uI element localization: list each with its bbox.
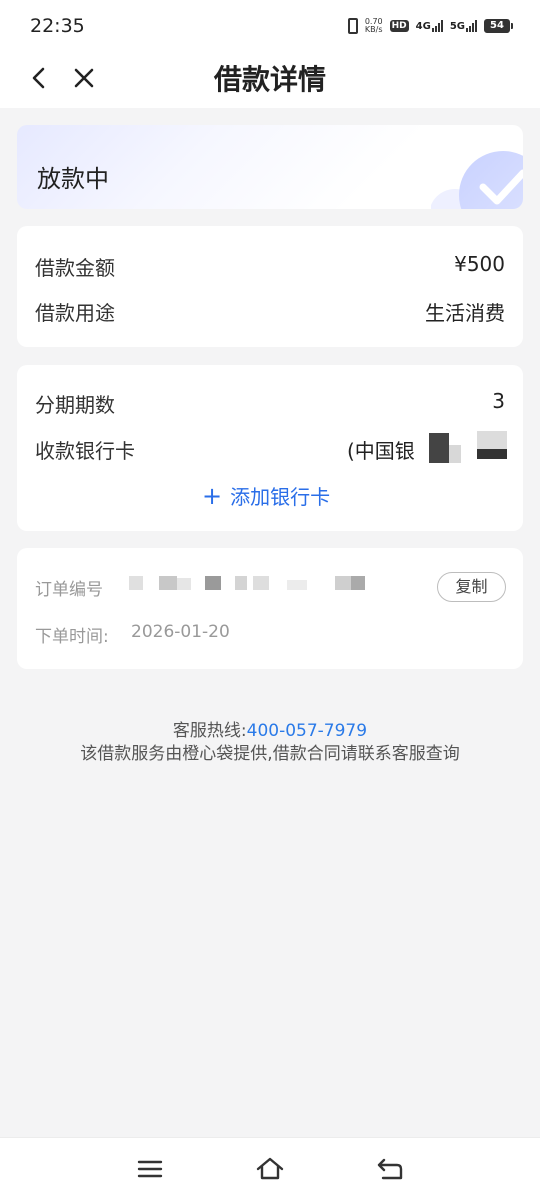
- installments-value: 3: [492, 389, 505, 413]
- battery-icon: 54: [484, 19, 513, 33]
- loan-amount-card: 借款金额 ¥500 借款用途 生活消费: [17, 226, 523, 347]
- order-number-label: 订单编号: [35, 580, 103, 600]
- hotline: 客服热线:400-057-7979: [0, 716, 540, 741]
- order-time-value: 2026-01-20: [131, 622, 230, 642]
- menu-icon[interactable]: [135, 1154, 165, 1184]
- redacted-mosaic: [235, 576, 247, 590]
- copy-button[interactable]: 复制: [437, 572, 506, 602]
- add-bank-card-button[interactable]: + 添加银行卡: [202, 481, 330, 510]
- back-icon[interactable]: [375, 1154, 405, 1184]
- hotline-number[interactable]: 400-057-7979: [247, 721, 367, 741]
- loan-status-card: 放款中: [17, 125, 523, 209]
- amount-label: 借款金额: [35, 256, 115, 280]
- amount-value: ¥500: [454, 252, 505, 276]
- redacted-mosaic: [477, 449, 507, 459]
- order-time-label: 下单时间:: [35, 627, 109, 647]
- loan-status-text: 放款中: [37, 165, 109, 193]
- signal-sim1: 4G: [416, 20, 443, 32]
- signal-sim2-label: 5G: [449, 21, 465, 32]
- bank-label: 收款银行卡: [35, 439, 135, 463]
- redacted-mosaic: [449, 445, 461, 463]
- redacted-mosaic: [335, 576, 351, 590]
- redacted-mosaic: [129, 576, 143, 590]
- vibrate-icon: [347, 18, 358, 34]
- signal-sim1-label: 4G: [415, 21, 431, 32]
- redacted-mosaic: [177, 578, 191, 590]
- service-notice: 该借款服务由橙心袋提供,借款合同请联系客服查询: [80, 744, 460, 764]
- network-speed: 0.70 KB/s: [365, 18, 383, 34]
- redacted-mosaic: [159, 576, 177, 590]
- order-info-card: 订单编号 复制 下单时间: 2026-01-20: [17, 548, 523, 669]
- signal-bars-icon: [431, 20, 443, 32]
- home-icon[interactable]: [255, 1154, 285, 1184]
- system-nav-bar: [0, 1137, 540, 1200]
- redacted-mosaic: [351, 576, 365, 590]
- signal-sim2: 5G: [450, 20, 477, 32]
- hd-badge: HD: [389, 20, 409, 32]
- status-icons: 0.70 KB/s HD 4G 5G 54: [347, 18, 513, 34]
- installments-label: 分期期数: [35, 393, 115, 417]
- hotline-label: 客服热线:: [172, 721, 247, 741]
- status-time: 22:35: [30, 15, 85, 37]
- purpose-value: 生活消费: [425, 301, 505, 325]
- check-circle-icon: [431, 151, 523, 209]
- redacted-mosaic: [253, 576, 269, 590]
- bank-value: (中国银: [347, 439, 415, 463]
- status-bar: 22:35 0.70 KB/s HD 4G 5G 54: [0, 0, 540, 52]
- nav-header: 借款详情: [0, 52, 540, 108]
- redacted-mosaic: [477, 431, 507, 449]
- network-speed-unit: KB/s: [364, 25, 383, 34]
- bank-card: 分期期数 3 收款银行卡 (中国银 + 添加银行卡: [17, 365, 523, 531]
- page-title: 借款详情: [213, 63, 326, 96]
- signal-bars-icon: [466, 20, 477, 32]
- purpose-label: 借款用途: [35, 301, 115, 325]
- redacted-mosaic: [205, 576, 221, 590]
- plus-icon: +: [202, 481, 223, 510]
- add-bank-card-label: 添加银行卡: [230, 485, 331, 509]
- redacted-mosaic: [429, 433, 449, 463]
- redacted-mosaic: [287, 580, 307, 590]
